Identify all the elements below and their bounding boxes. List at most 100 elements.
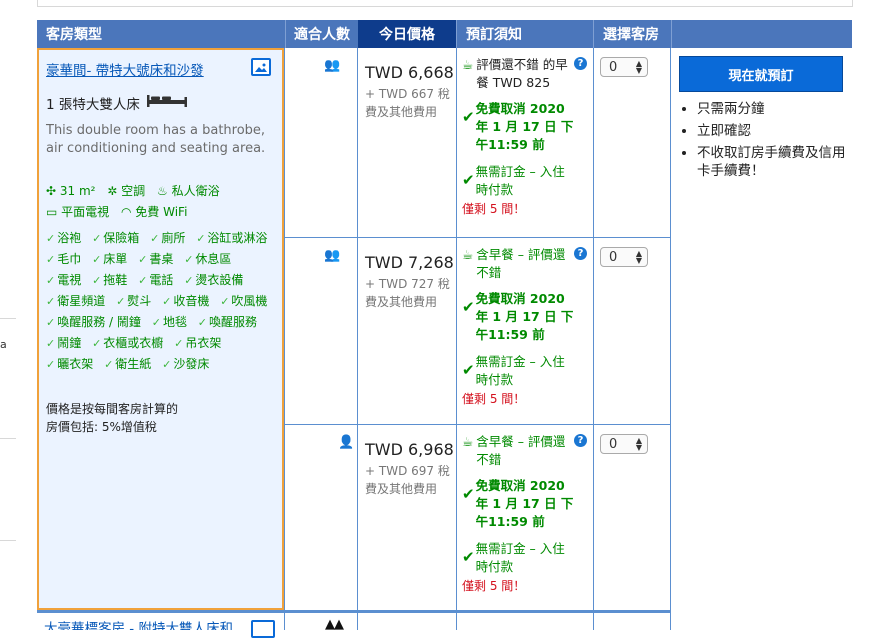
quantity-value: 0 [609, 249, 618, 265]
left-divider [0, 318, 16, 319]
meal-info: ☕ 評價還不錯 的早餐 TWD 825 [462, 57, 568, 90]
guest-count-icon: 👥 [324, 58, 340, 73]
check-icon: ✓ [220, 295, 230, 308]
bath-icon: ♨ 私人衛浴 [157, 184, 220, 198]
check-icon: ✓ [92, 232, 102, 245]
amenity-item: ✓ 地毯 [151, 315, 187, 329]
rooms-left: 僅剩 5 間！ [462, 392, 526, 406]
wifi-icon: ◠ 免費 WiFi [121, 205, 188, 219]
price: TWD 7,268 [365, 253, 454, 272]
booking-benefits: 只需兩分鐘 立即確認 不收取訂房手續費及信用卡手續費！ [680, 100, 855, 184]
check-icon: ✓ [46, 295, 56, 308]
room-quantity-select[interactable]: 0 ▲ ▼ [600, 434, 648, 454]
benefit-item: 立即確認 [697, 122, 855, 140]
rooms-left: 僅剩 5 間！ [462, 579, 526, 593]
room-quantity-select[interactable]: 0 ▲ ▼ [600, 247, 648, 267]
price-includes-line: 房價包括: 5%增值稅 [46, 420, 157, 434]
amenity-item: ✓ 床單 [92, 252, 128, 266]
room-name-link[interactable]: 豪華間- 帶特大號床和沙發 [46, 59, 204, 79]
photo-gallery-icon[interactable] [251, 58, 271, 76]
check-icon: ✓ [46, 316, 56, 329]
amenity-item: ✓ 沙發床 [162, 357, 210, 371]
amenity-item: ✓ 浴缸或淋浴 [196, 231, 268, 245]
bed-label: 1 張特大雙人床 [46, 97, 140, 113]
left-edge-glyph: a [0, 338, 7, 351]
benefit-item: 只需兩分鐘 [697, 100, 855, 118]
guest-count-icon: 👥 [324, 248, 340, 263]
amenity-item: ✓ 衣櫃或衣櫥 [92, 336, 164, 350]
check-icon: ✔ [462, 171, 475, 189]
check-icon: ✓ [92, 337, 102, 350]
tax-info: + TWD 697 稅費及其他費用 [365, 464, 450, 496]
meal-info: ☕ 含早餐 – 評價還 不錯 [462, 434, 566, 467]
next-room-link[interactable]: 大豪華標客房 - 附特大雙人床和 [44, 618, 233, 630]
room-description: This double room has a bathrobe, air con… [46, 123, 266, 156]
select-arrows-icon: ▲ ▼ [635, 249, 642, 265]
help-icon[interactable]: ? [574, 247, 587, 260]
amenity-item: ✓ 浴袍 [46, 231, 82, 245]
grid-line [284, 48, 285, 630]
header-blank [671, 20, 852, 48]
amenity-item: ✓ 廁所 [150, 231, 186, 245]
no-prepayment: ✔ 無需訂金 – 入住 時付款 [462, 164, 565, 197]
help-icon[interactable]: ? [574, 434, 587, 447]
tax-info: + TWD 667 稅費及其他費用 [365, 87, 450, 119]
booking-conditions: ☕ 評價還不錯 的早餐 TWD 825 ✔ 免費取消 2020 年 1 月 17 … [462, 56, 574, 218]
price: TWD 6,968 [365, 440, 454, 459]
grid-line [593, 48, 594, 630]
check-icon: ✓ [196, 232, 206, 245]
amenity-item: ✓ 衛生紙 [104, 357, 152, 371]
free-cancel: ✔ 免費取消 2020 年 1 月 17 日 下午11:59 前 [462, 478, 574, 529]
check-icon: ✔ [462, 108, 475, 126]
check-icon: ✓ [138, 253, 148, 266]
help-icon[interactable]: ? [574, 57, 587, 70]
price-note-line: 價格是按每間客房計算的 [46, 402, 179, 416]
amenity-item: ✓ 電視 [46, 273, 82, 287]
left-divider [0, 540, 16, 541]
check-icon: ✓ [184, 253, 194, 266]
header-room-type: 客房類型 [37, 20, 285, 48]
check-icon: ✓ [184, 274, 194, 287]
check-icon: ✔ [462, 361, 475, 379]
check-icon: ✓ [197, 316, 208, 329]
check-icon: ✓ [92, 253, 102, 266]
amenity-item: ✓ 拖鞋 [92, 273, 128, 287]
amenity-item: ✓ 書桌 [138, 252, 174, 266]
amenity-item: ✓ 喚醒服務 / 鬧鐘 [46, 315, 141, 329]
bed-icon [146, 94, 188, 112]
header-booking-info: 預訂須知 [456, 20, 593, 48]
check-icon: ✓ [162, 295, 172, 308]
grid-line [456, 48, 457, 630]
book-now-button[interactable]: 現在就預訂 [679, 56, 843, 92]
check-icon: ✔ [462, 485, 475, 503]
no-prepayment: ✔ 無需訂金 – 入住 時付款 [462, 541, 565, 574]
coffee-icon: ☕ [462, 434, 474, 449]
amenity-item: ✓ 喚醒服務 [197, 315, 258, 329]
facility-list: ✣ 31 m² ✲ 空調 ♨ 私人衛浴 ▭ 平面電視 ◠ 免費 WiFi [46, 181, 281, 223]
check-icon: ✓ [116, 295, 126, 308]
grid-line [284, 424, 671, 425]
bed-info: 1 張特大雙人床 [46, 93, 188, 113]
check-icon: ✓ [138, 274, 148, 287]
quantity-value: 0 [609, 59, 618, 75]
amenity-list: ✓ 浴袍 ✓ 保險箱 ✓ 廁所 ✓ 浴缸或淋浴 ✓ 毛巾 ✓ 床單 ✓ 書桌 ✓ 休息區 ✓ 電視… [46, 228, 281, 375]
coffee-icon: ☕ [462, 57, 474, 72]
select-arrows-icon: ▲ ▼ [635, 436, 642, 452]
header-today-price: 今日價格 [358, 20, 456, 48]
rooms-left: 僅剩 5 間！ [462, 202, 526, 216]
amenity-item: ✓ 保險箱 [92, 231, 140, 245]
price: TWD 6,668 [365, 63, 454, 82]
room-quantity-select[interactable]: 0 ▲ ▼ [600, 57, 648, 77]
check-icon: ✓ [150, 232, 160, 245]
photo-gallery-icon[interactable] [251, 620, 275, 638]
amenity-item: ✓ 衛星頻道 [46, 294, 106, 308]
left-divider [0, 438, 16, 439]
no-prepayment: ✔ 無需訂金 – 入住 時付款 [462, 354, 565, 387]
select-arrows-icon: ▲ ▼ [635, 59, 642, 75]
amenity-item: ✓ 燙衣設備 [184, 273, 244, 287]
meal-info: ☕ 含早餐 – 評價還 不錯 [462, 247, 566, 280]
amenity-item: ✓ 電話 [138, 273, 174, 287]
booking-conditions: ☕ 含早餐 – 評價還 不錯 ✔ 免費取消 2020 年 1 月 17 日 下午11… [462, 433, 574, 595]
check-icon: ✔ [462, 548, 475, 566]
check-icon: ✓ [46, 337, 56, 350]
